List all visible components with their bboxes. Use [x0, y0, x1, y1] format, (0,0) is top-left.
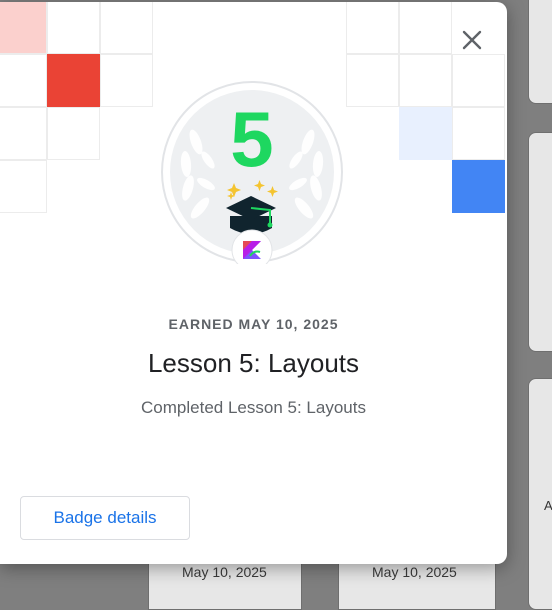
background-date: May 10, 2025: [182, 564, 267, 580]
badge-details-button[interactable]: Badge details: [20, 496, 190, 540]
background-card: [528, 378, 552, 610]
close-button[interactable]: [452, 20, 492, 60]
background-date: May 10, 2025: [372, 564, 457, 580]
badge-title: Lesson 5: Layouts: [147, 348, 360, 378]
badge-emblem: 5: [160, 80, 344, 271]
kotlin-logo-icon: [231, 229, 273, 271]
background-card: [528, 0, 552, 104]
background-letter: A: [544, 498, 552, 513]
background-card: [528, 132, 552, 352]
earned-date-label: EARNED MAY 10, 2025: [168, 316, 339, 332]
badge-number: 5: [230, 95, 273, 183]
close-icon: [462, 30, 482, 50]
badge-subtitle: Completed Lesson 5: Layouts: [141, 398, 366, 417]
badge-dialog: 5 EARNED MAY 10, 2025 Lesson 5: Layouts …: [0, 2, 507, 564]
